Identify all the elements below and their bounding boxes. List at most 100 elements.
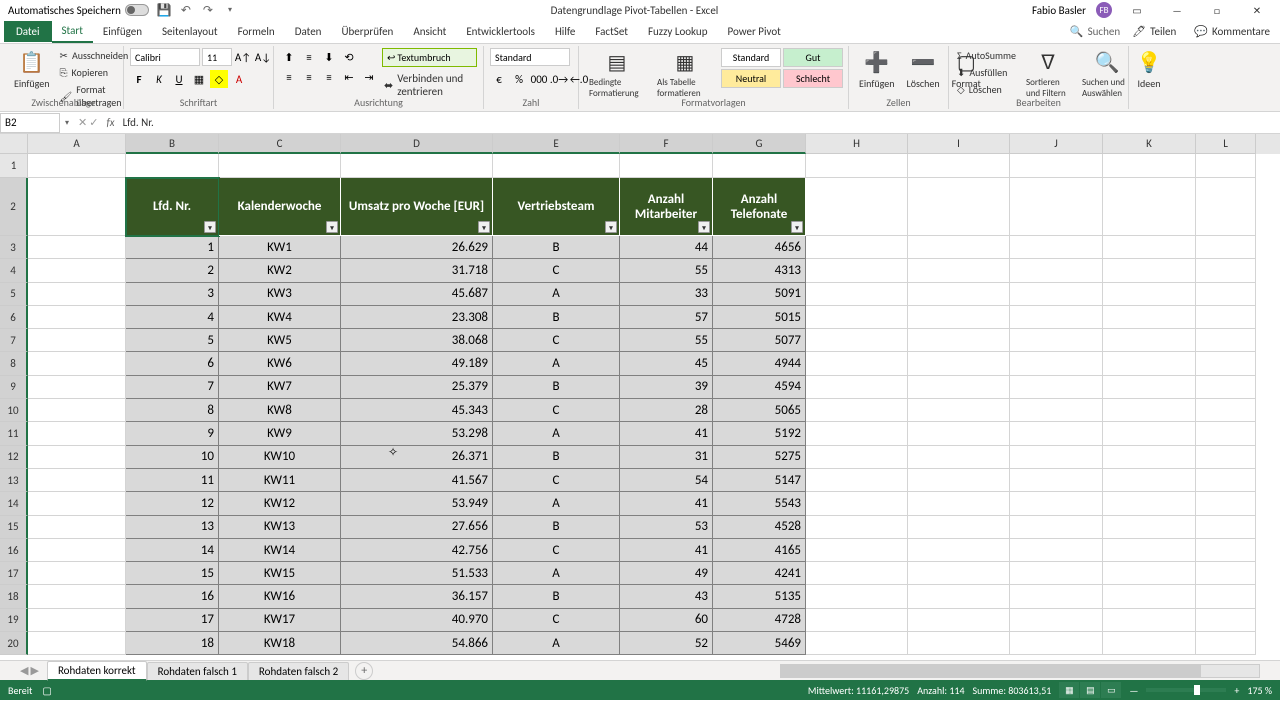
cell-J17[interactable]: [1010, 562, 1103, 585]
row-header-14[interactable]: 14: [0, 492, 28, 515]
cell-I2[interactable]: [908, 178, 1010, 236]
cell-B9[interactable]: 7: [126, 376, 219, 399]
cell-A3[interactable]: [28, 236, 126, 259]
cell-G16[interactable]: 4165: [713, 539, 806, 562]
delete-cells-button[interactable]: ➖Löschen: [903, 48, 944, 92]
tab-review[interactable]: Überprüfen: [331, 21, 403, 42]
fill-color-button[interactable]: ◇: [210, 70, 228, 88]
cell-B14[interactable]: 12: [126, 492, 219, 515]
cell-B13[interactable]: 11: [126, 469, 219, 492]
cell-C17[interactable]: KW15: [219, 562, 341, 585]
cell-J19[interactable]: [1010, 609, 1103, 632]
row-header-20[interactable]: 20: [0, 632, 28, 655]
row-header-4[interactable]: 4: [0, 259, 28, 282]
cell-D9[interactable]: 25.379: [341, 376, 493, 399]
tab-developer[interactable]: Entwicklertools: [456, 21, 545, 42]
tab-fuzzy[interactable]: Fuzzy Lookup: [638, 21, 718, 42]
col-header-L[interactable]: L: [1196, 134, 1256, 154]
tab-powerpivot[interactable]: Power Pivot: [717, 21, 790, 42]
cell-A1[interactable]: [28, 154, 126, 178]
tab-pagelayout[interactable]: Seitenlayout: [152, 21, 228, 42]
cell-J10[interactable]: [1010, 399, 1103, 422]
view-normal-button[interactable]: ▦: [1059, 682, 1079, 698]
cell-C2[interactable]: Kalenderwoche▾: [219, 178, 341, 236]
cell-G10[interactable]: 5065: [713, 399, 806, 422]
cell-H2[interactable]: [806, 178, 908, 236]
close-icon[interactable]: ✕: [1242, 1, 1272, 19]
cell-F16[interactable]: 41: [620, 539, 713, 562]
cell-C14[interactable]: KW12: [219, 492, 341, 515]
cell-H7[interactable]: [806, 329, 908, 352]
cell-B12[interactable]: 10: [126, 446, 219, 469]
tab-insert[interactable]: Einfügen: [93, 21, 152, 42]
cell-H9[interactable]: [806, 376, 908, 399]
cell-J14[interactable]: [1010, 492, 1103, 515]
cell-E6[interactable]: B: [493, 306, 620, 329]
align-bottom-button[interactable]: ⬇: [320, 48, 338, 66]
cell-L17[interactable]: [1196, 562, 1256, 585]
cell-A9[interactable]: [28, 376, 126, 399]
cell-K2[interactable]: [1103, 178, 1196, 236]
comma-button[interactable]: 000: [530, 70, 548, 88]
cell-H20[interactable]: [806, 632, 908, 655]
cell-C1[interactable]: [219, 154, 341, 178]
cell-E5[interactable]: A: [493, 283, 620, 306]
cell-A17[interactable]: [28, 562, 126, 585]
tab-formulas[interactable]: Formeln: [228, 21, 285, 42]
select-all-button[interactable]: [0, 134, 28, 154]
format-as-table-button[interactable]: ▦ Als Tabelle formatieren: [653, 48, 717, 101]
cell-L11[interactable]: [1196, 422, 1256, 445]
cell-H6[interactable]: [806, 306, 908, 329]
align-center-button[interactable]: ≡: [300, 68, 318, 86]
spreadsheet-grid[interactable]: ABCDEFGHIJKL 123456789101112131415161718…: [0, 134, 1280, 660]
minimize-icon[interactable]: —: [1162, 1, 1192, 19]
cell-D8[interactable]: 49.189: [341, 352, 493, 375]
cell-K12[interactable]: [1103, 446, 1196, 469]
cell-H18[interactable]: [806, 585, 908, 608]
cell-F15[interactable]: 53: [620, 516, 713, 539]
cell-I6[interactable]: [908, 306, 1010, 329]
cell-G11[interactable]: 5192: [713, 422, 806, 445]
cell-G15[interactable]: 4528: [713, 516, 806, 539]
cell-C8[interactable]: KW6: [219, 352, 341, 375]
cell-E2[interactable]: Vertriebsteam▾: [493, 178, 620, 236]
fill-button[interactable]: ⬇Ausfüllen: [955, 65, 1018, 80]
col-header-J[interactable]: J: [1010, 134, 1103, 154]
cell-B15[interactable]: 13: [126, 516, 219, 539]
view-pagelayout-button[interactable]: ▤: [1080, 682, 1100, 698]
cell-L18[interactable]: [1196, 585, 1256, 608]
cell-C18[interactable]: KW16: [219, 585, 341, 608]
cell-A7[interactable]: [28, 329, 126, 352]
cell-J20[interactable]: [1010, 632, 1103, 655]
cell-C19[interactable]: KW17: [219, 609, 341, 632]
cell-K4[interactable]: [1103, 259, 1196, 282]
cell-J7[interactable]: [1010, 329, 1103, 352]
tab-factset[interactable]: FactSet: [585, 21, 638, 42]
percent-button[interactable]: %: [510, 70, 528, 88]
bold-button[interactable]: F: [130, 70, 148, 88]
align-right-button[interactable]: ≡: [320, 68, 338, 86]
cut-button[interactable]: ✂Ausschneiden: [58, 48, 131, 63]
cell-K3[interactable]: [1103, 236, 1196, 259]
cell-K14[interactable]: [1103, 492, 1196, 515]
col-header-D[interactable]: D: [341, 134, 493, 154]
cell-B10[interactable]: 8: [126, 399, 219, 422]
cell-A10[interactable]: [28, 399, 126, 422]
zoom-level[interactable]: 175 %: [1247, 684, 1272, 697]
cell-L20[interactable]: [1196, 632, 1256, 655]
row-header-11[interactable]: 11: [0, 422, 28, 445]
cell-H5[interactable]: [806, 283, 908, 306]
sheet-nav-next-icon[interactable]: ▶: [30, 664, 38, 677]
row-header-19[interactable]: 19: [0, 609, 28, 632]
cell-J3[interactable]: [1010, 236, 1103, 259]
cell-K9[interactable]: [1103, 376, 1196, 399]
toggle-switch-icon[interactable]: [125, 4, 149, 16]
find-select-button[interactable]: 🔍Suchen und Auswählen: [1078, 48, 1136, 101]
cell-C13[interactable]: KW11: [219, 469, 341, 492]
cell-H8[interactable]: [806, 352, 908, 375]
cell-B6[interactable]: 4: [126, 306, 219, 329]
cell-I12[interactable]: [908, 446, 1010, 469]
cell-D11[interactable]: 53.298: [341, 422, 493, 445]
cell-E4[interactable]: C: [493, 259, 620, 282]
cell-G19[interactable]: 4728: [713, 609, 806, 632]
